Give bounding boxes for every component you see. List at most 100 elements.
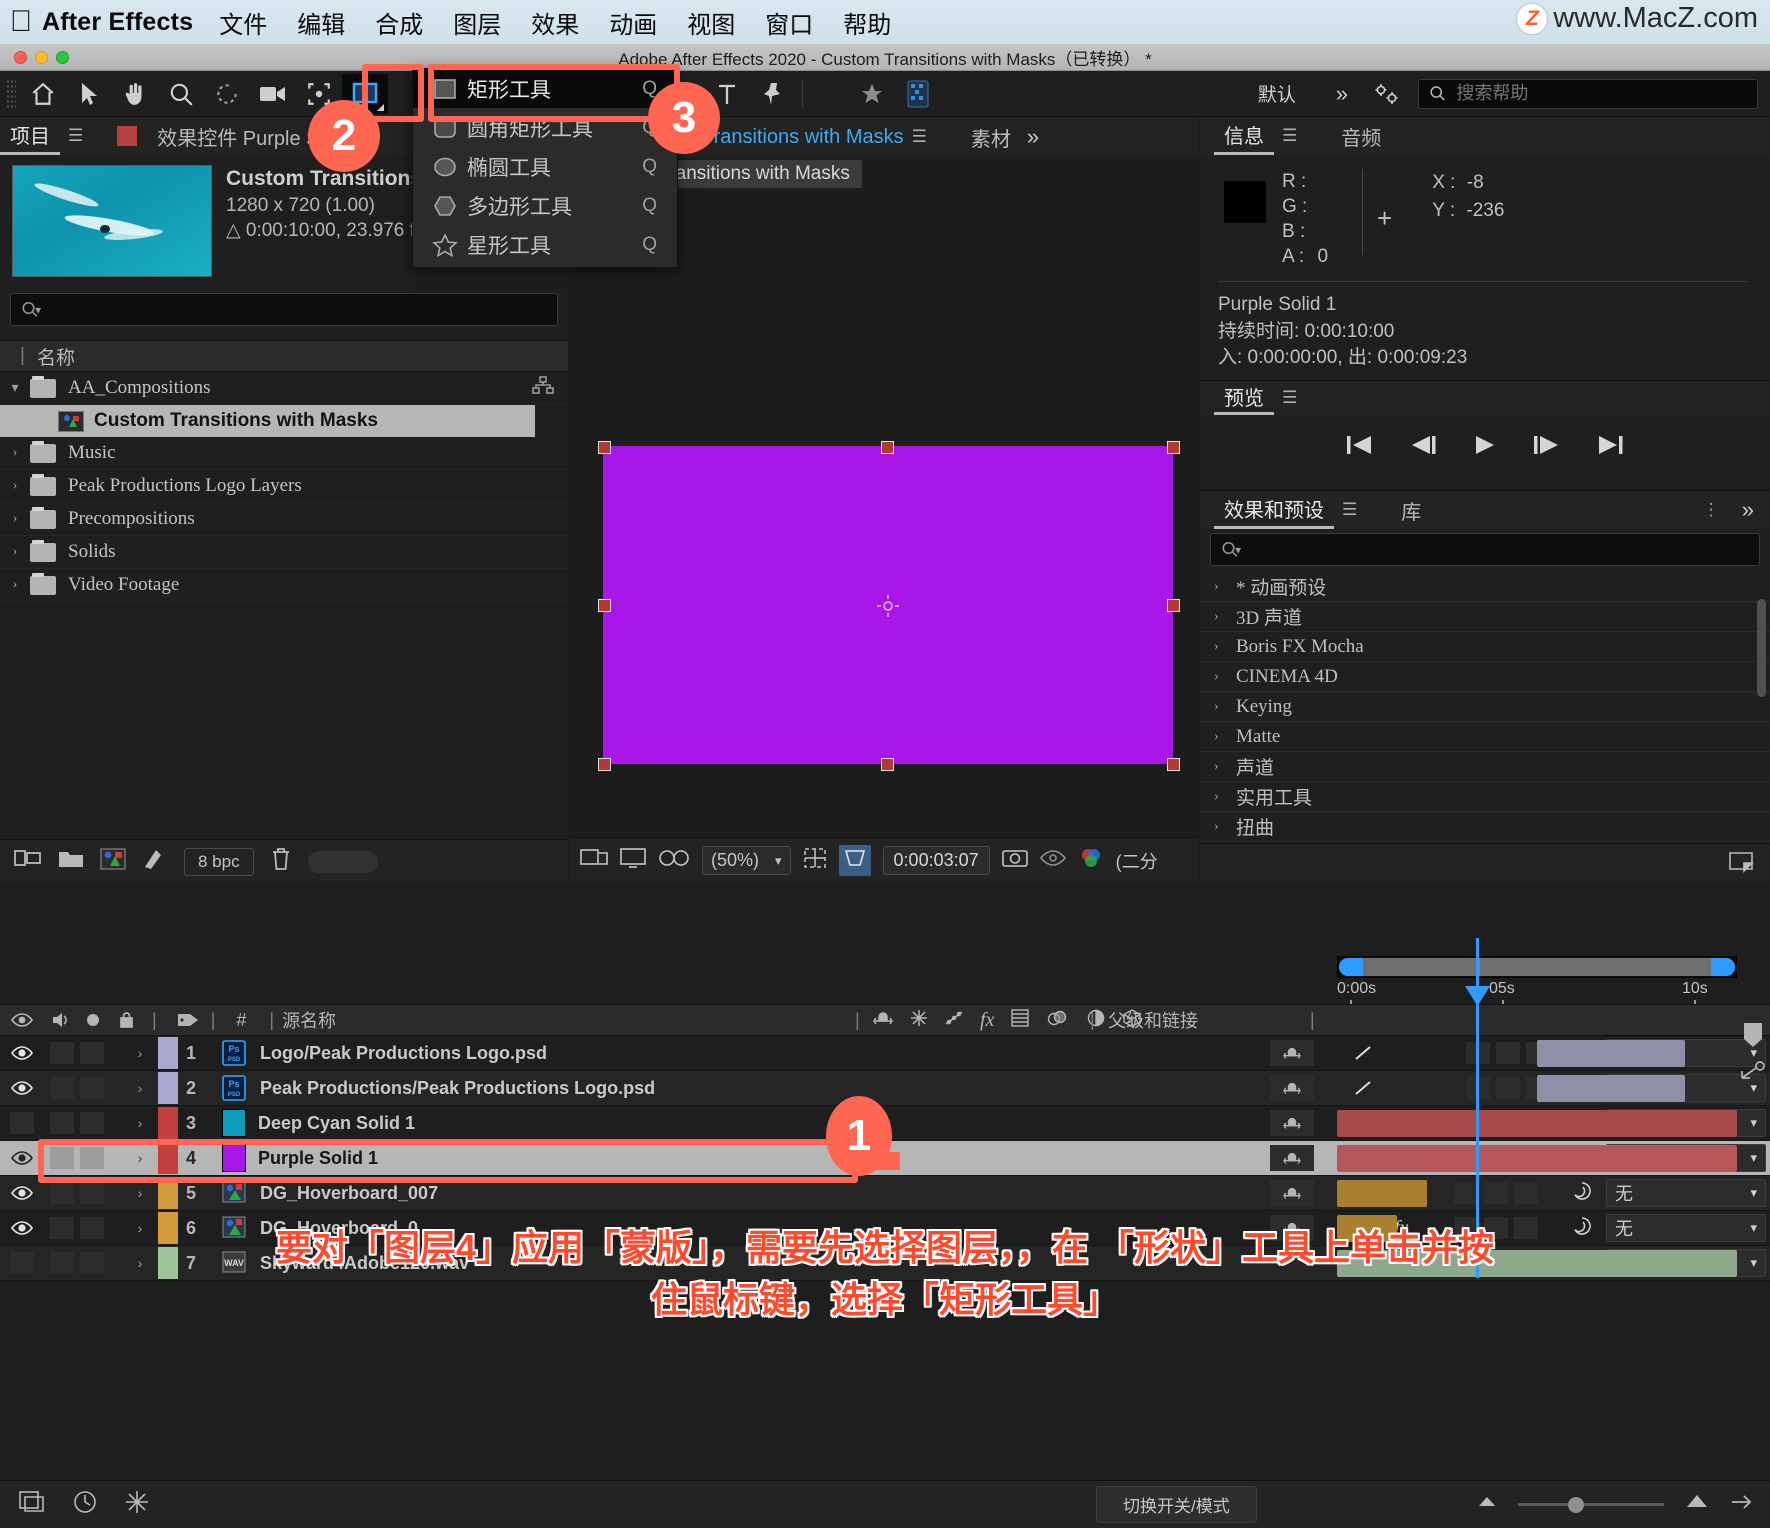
solo-column-icon[interactable]	[78, 1012, 108, 1028]
work-area-start-handle[interactable]	[1339, 958, 1363, 976]
delete-icon[interactable]	[270, 847, 292, 876]
menu-item-file[interactable]: 文件	[219, 5, 267, 40]
tab-info[interactable]: 信息	[1214, 117, 1274, 155]
disclosure-triangle-icon[interactable]: ▾	[0, 380, 30, 397]
show-snapshot-icon[interactable]	[1039, 848, 1066, 873]
transform-handle[interactable]	[1167, 599, 1180, 612]
menu-item-view[interactable]: 视图	[687, 5, 735, 40]
viewer-panel-menu-icon[interactable]: ☰	[904, 127, 935, 147]
layer-visibility-toggle[interactable]	[0, 1150, 44, 1166]
menu-item-effect[interactable]: 效果	[531, 5, 579, 40]
layer-label-color[interactable]	[158, 1037, 178, 1069]
layer-disclosure-icon[interactable]: ›	[122, 1045, 158, 1061]
home-icon[interactable]	[20, 74, 66, 114]
list-item[interactable]: › 3D 声道	[1200, 602, 1770, 632]
disclosure-triangle-icon[interactable]: ›	[0, 478, 30, 494]
menu-item-layer[interactable]: 图层	[453, 5, 501, 40]
layer-label-color[interactable]	[158, 1177, 178, 1209]
disclosure-triangle-icon[interactable]: ›	[1214, 579, 1236, 595]
video-column-icon[interactable]	[0, 1012, 44, 1028]
layer-switches[interactable]	[44, 1252, 122, 1274]
effects-search-input[interactable]	[1247, 539, 1749, 560]
shy-switch-icon[interactable]	[872, 1009, 894, 1032]
disclosure-triangle-icon[interactable]: ›	[1214, 669, 1236, 685]
list-item[interactable]: › Peak Productions Logo Layers	[0, 470, 568, 503]
layer-bar[interactable]	[1537, 1075, 1685, 1102]
layer-disclosure-icon[interactable]: ›	[122, 1080, 158, 1096]
layer-switches[interactable]	[44, 1042, 122, 1064]
effects-more-icon[interactable]: »	[1726, 497, 1770, 523]
menu-item-rounded-rectangle-tool[interactable]: 圆角矩形工具 Q	[413, 108, 677, 147]
tab-preview[interactable]: 预览	[1214, 381, 1274, 415]
project-search-input[interactable]	[47, 299, 547, 320]
layer-name-cell[interactable]: DG_Hoverboard_0	[222, 1215, 1270, 1241]
list-item[interactable]: › 声道	[1200, 752, 1770, 782]
disclosure-triangle-icon[interactable]: ›	[1214, 729, 1236, 745]
audio-column-icon[interactable]	[44, 1011, 78, 1029]
collapse-transformations-icon[interactable]	[910, 1009, 928, 1032]
layer-label-color[interactable]	[158, 1212, 178, 1244]
layer-visibility-toggle[interactable]	[0, 1080, 44, 1096]
color-depth-icon[interactable]	[142, 847, 168, 876]
transform-handle[interactable]	[598, 758, 611, 771]
disclosure-triangle-icon[interactable]: ›	[1214, 609, 1236, 625]
layer-disclosure-icon[interactable]: ›	[122, 1115, 158, 1131]
shy-switch-icon[interactable]	[1270, 1145, 1314, 1171]
transform-handle[interactable]	[881, 758, 894, 771]
layer-visibility-toggle[interactable]	[0, 1220, 44, 1236]
workspace-settings-icon[interactable]	[1364, 74, 1410, 114]
layer-bar[interactable]	[1337, 1250, 1737, 1277]
viewer-stage[interactable]	[570, 197, 1198, 837]
apple-logo-icon[interactable]: 	[0, 7, 42, 37]
region-of-interest-icon[interactable]	[838, 845, 871, 876]
list-item[interactable]: › CINEMA 4D	[1200, 662, 1770, 692]
menu-item-star-tool[interactable]: 星形工具 Q	[413, 225, 677, 264]
list-item[interactable]: › Video Footage	[0, 569, 568, 602]
hand-tool-icon[interactable]	[112, 74, 158, 114]
next-frame-button[interactable]	[1532, 433, 1562, 462]
channel-select-icon[interactable]	[1078, 847, 1104, 874]
toggle-switches-modes-button[interactable]: 切换开关/模式	[1096, 1486, 1257, 1523]
layer-label-color[interactable]	[158, 1107, 178, 1139]
disclosure-triangle-icon[interactable]: ›	[1214, 639, 1236, 655]
workspace-more-icon[interactable]: »	[1320, 81, 1364, 107]
last-frame-button[interactable]	[1596, 433, 1626, 462]
layer-name-cell[interactable]: Ps PSD Peak Productions/Peak Productions …	[222, 1075, 1270, 1101]
layer-label-color[interactable]	[158, 1247, 178, 1279]
disclosure-triangle-icon[interactable]: ›	[0, 577, 30, 593]
tab-libraries[interactable]: 库	[1391, 491, 1431, 529]
list-item[interactable]: › Boris FX Mocha	[1200, 632, 1770, 662]
zoom-in-icon[interactable]	[1684, 1492, 1710, 1517]
shy-switch-icon[interactable]	[1270, 1110, 1314, 1136]
quality-switch-icon[interactable]	[944, 1009, 964, 1032]
zoom-level-select[interactable]: (50%) ▾	[702, 846, 791, 875]
shape-tool-dropdown[interactable]: 矩形工具 Q 圆角矩形工具 Q 椭圆工具 Q 多边形工具 Q	[412, 68, 678, 268]
timeline-ruler[interactable]: 0:00s 05s 10s	[1337, 938, 1737, 1010]
menu-item-polygon-tool[interactable]: 多边形工具 Q	[413, 186, 677, 225]
shy-switch-icon[interactable]	[1270, 1180, 1314, 1206]
layer-name-cell[interactable]: Ps PSD Logo/Peak Productions Logo.psd	[222, 1040, 1270, 1066]
layer-disclosure-icon[interactable]: ›	[122, 1220, 158, 1236]
new-project-icon[interactable]	[14, 847, 42, 876]
layer-switches[interactable]	[44, 1182, 122, 1204]
timeline-autosave-icon[interactable]	[72, 1489, 98, 1520]
take-snapshot-icon[interactable]	[1001, 847, 1028, 874]
menu-item-animation[interactable]: 动画	[609, 5, 657, 40]
menu-item-ellipse-tool[interactable]: 椭圆工具 Q	[413, 147, 677, 186]
timeline-brainstorm-icon[interactable]	[124, 1489, 150, 1520]
layer-name-cell[interactable]: Deep Cyan Solid 1	[222, 1109, 1270, 1137]
tab-audio[interactable]: 音频	[1331, 117, 1391, 155]
info-panel-menu-icon[interactable]: ☰	[1274, 126, 1305, 146]
layer-switches[interactable]	[44, 1147, 122, 1169]
shy-switch-icon[interactable]	[1270, 1040, 1314, 1066]
frame-blend-switch-icon[interactable]	[1010, 1008, 1030, 1032]
brush-preset-icon[interactable]	[895, 74, 941, 114]
effects-panel-menu-icon[interactable]: ☰	[1334, 500, 1365, 520]
list-item[interactable]: ▾ AA_Compositions	[0, 372, 568, 405]
search-input[interactable]	[1456, 83, 1747, 104]
grid-guides-icon[interactable]	[803, 847, 827, 874]
lock-column-icon[interactable]	[108, 1011, 144, 1029]
layer-disclosure-icon[interactable]: ›	[122, 1185, 158, 1201]
layer-visibility-toggle[interactable]	[0, 1045, 44, 1061]
color-depth-label[interactable]: 8 bpc	[184, 847, 254, 876]
